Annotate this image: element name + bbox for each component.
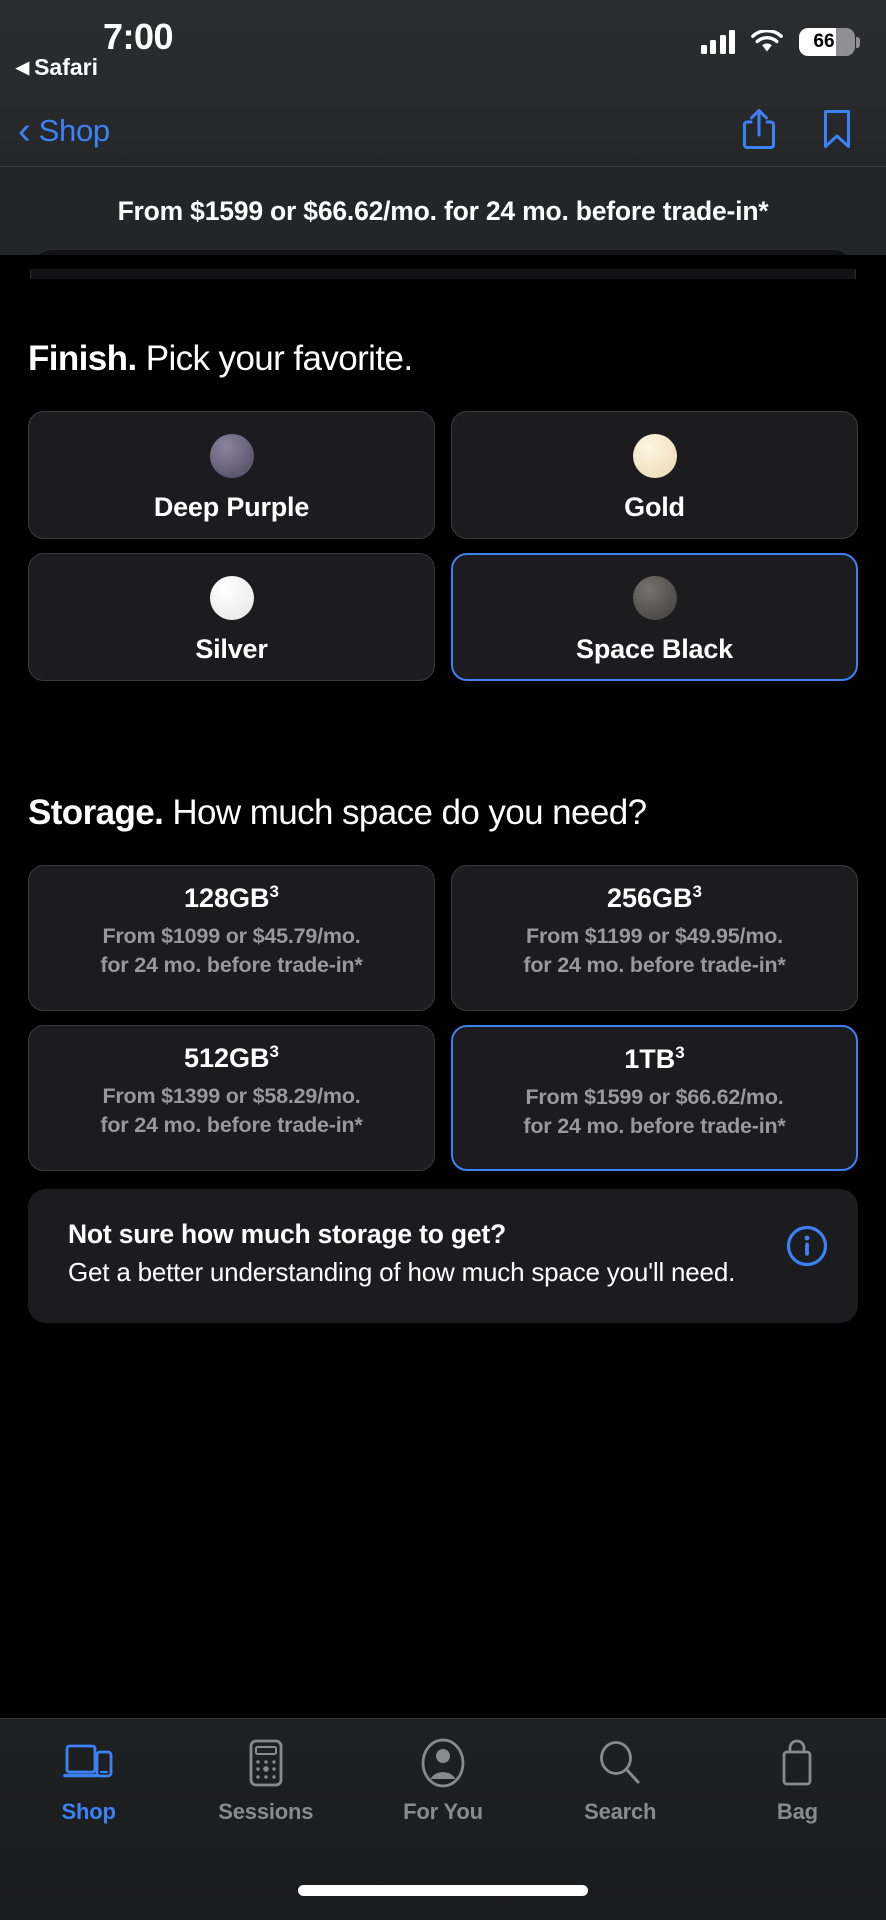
swatch-silver	[209, 575, 254, 620]
price-banner-text: From $1599 or $66.62/mo. for 24 mo. befo…	[117, 195, 769, 226]
status-bar: 7:00 ◀ Safari 66	[0, 0, 886, 96]
storage-capacity-value: 512GB	[183, 1043, 270, 1073]
storage-price-line-1: From $1199 or $49.95/mo.	[526, 924, 783, 948]
tab-label: For You	[403, 1799, 483, 1824]
scrolled-card-peek	[0, 249, 886, 291]
tab-sessions[interactable]: Sessions	[177, 1737, 354, 1825]
storage-price-line-2: for 24 mo. before trade-in*	[523, 953, 786, 978]
storage-capacity-value: 1TB	[624, 1044, 676, 1074]
magnifier-icon	[596, 1737, 644, 1789]
configurator-content: Finish. Pick your favorite. Deep Purple …	[0, 339, 886, 1323]
cellular-bars-icon	[700, 30, 735, 54]
finish-option-silver[interactable]: Silver	[28, 553, 435, 681]
tab-label: Sessions	[218, 1799, 314, 1824]
nav-back-label: Shop	[38, 113, 111, 148]
storage-capacity: 1TB3	[624, 1043, 684, 1075]
tab-shop[interactable]: Shop	[0, 1737, 177, 1825]
swatch-gold	[632, 433, 677, 478]
storage-heading-bold: Storage.	[28, 793, 164, 832]
storage-capacity: 256GB3	[607, 882, 702, 914]
storage-option-512gb[interactable]: 512GB3 From $1399 or $58.29/mo. for 24 m…	[28, 1025, 435, 1171]
return-to-safari-button[interactable]: ◀ Safari	[16, 54, 98, 81]
storage-price-line-2: for 24 mo. before trade-in*	[100, 953, 363, 978]
devices-icon	[62, 1737, 115, 1789]
status-bar-indicators: 66	[700, 28, 860, 56]
storage-price-line-1: From $1399 or $58.29/mo.	[102, 1084, 361, 1108]
iphone-screen: 7:00 ◀ Safari 66 ‹ Shop From $1599 or $6…	[0, 0, 886, 1920]
swatch-deep-purple	[209, 433, 254, 478]
calculator-icon	[243, 1737, 289, 1789]
left-triangle-icon: ◀	[16, 58, 30, 77]
storage-help-body: Get a better understanding of how much s…	[68, 1257, 736, 1287]
finish-section-heading: Finish. Pick your favorite.	[28, 339, 858, 379]
battery-percent-label: 66	[813, 31, 835, 52]
wifi-icon	[751, 29, 783, 54]
storage-section-heading: Storage. How much space do you need?	[28, 793, 858, 833]
person-circle-icon	[418, 1737, 468, 1789]
navigation-bar: ‹ Shop	[0, 96, 886, 166]
finish-option-label: Silver	[195, 633, 268, 664]
bookmark-icon[interactable]	[822, 108, 852, 155]
storage-price-line-1: From $1599 or $66.62/mo.	[525, 1085, 784, 1109]
storage-price-line-2: for 24 mo. before trade-in*	[100, 1113, 363, 1138]
battery-icon: 66	[799, 28, 860, 56]
tab-search[interactable]: Search	[532, 1737, 709, 1825]
back-to-shop-button[interactable]: ‹ Shop	[18, 109, 111, 152]
tab-for-you[interactable]: For You	[354, 1737, 531, 1825]
storage-help-card[interactable]: Not sure how much storage to get? Get a …	[28, 1189, 858, 1323]
finish-option-space-black[interactable]: Space Black	[451, 553, 858, 681]
storage-option-128gb[interactable]: 128GB3 From $1099 or $45.79/mo. for 24 m…	[28, 865, 435, 1011]
storage-capacity: 512GB3	[184, 1042, 279, 1074]
storage-options-grid: 128GB3 From $1099 or $45.79/mo. for 24 m…	[28, 865, 858, 1171]
tab-bag[interactable]: Bag	[709, 1737, 886, 1825]
tab-label: Search	[584, 1799, 657, 1824]
storage-footnote-marker: 3	[269, 1042, 280, 1061]
finish-option-label: Space Black	[576, 633, 733, 664]
storage-footnote-marker: 3	[269, 882, 280, 901]
shopping-bag-icon	[775, 1737, 819, 1789]
return-app-label: Safari	[34, 54, 99, 80]
finish-option-label: Gold	[624, 491, 685, 522]
storage-option-1tb[interactable]: 1TB3 From $1599 or $66.62/mo. for 24 mo.…	[451, 1025, 858, 1171]
tab-label: Bag	[776, 1799, 818, 1824]
finish-option-deep-purple[interactable]: Deep Purple	[28, 411, 435, 539]
tab-label: Shop	[61, 1799, 116, 1824]
swatch-space-black	[632, 575, 677, 620]
bottom-tab-bar: Shop Sessions For You Search Bag	[0, 1718, 886, 1920]
storage-capacity-value: 128GB	[183, 883, 270, 913]
storage-price-line-1: From $1099 or $45.79/mo.	[102, 924, 361, 948]
storage-capacity: 128GB3	[184, 882, 279, 914]
storage-option-256gb[interactable]: 256GB3 From $1199 or $49.95/mo. for 24 m…	[451, 865, 858, 1011]
info-circle-icon[interactable]	[786, 1225, 828, 1267]
finish-option-gold[interactable]: Gold	[451, 411, 858, 539]
storage-price-line-2: for 24 mo. before trade-in*	[523, 1114, 786, 1139]
storage-footnote-marker: 3	[692, 882, 703, 901]
price-banner: From $1599 or $66.62/mo. for 24 mo. befo…	[0, 166, 886, 255]
status-bar-time: 7:00	[102, 16, 174, 57]
storage-footnote-marker: 3	[675, 1043, 685, 1062]
home-indicator	[298, 1885, 588, 1896]
storage-heading-rest: How much space do you need?	[163, 793, 647, 832]
finish-heading-rest: Pick your favorite.	[136, 339, 413, 378]
storage-help-title: Not sure how much storage to get?	[68, 1219, 507, 1249]
share-icon[interactable]	[740, 107, 778, 156]
finish-heading-bold: Finish.	[28, 339, 137, 378]
chevron-left-icon: ‹	[18, 109, 31, 152]
storage-capacity-value: 256GB	[606, 883, 693, 913]
finish-option-label: Deep Purple	[153, 491, 310, 522]
finish-options-grid: Deep Purple Gold Silver Space Black	[28, 411, 858, 681]
